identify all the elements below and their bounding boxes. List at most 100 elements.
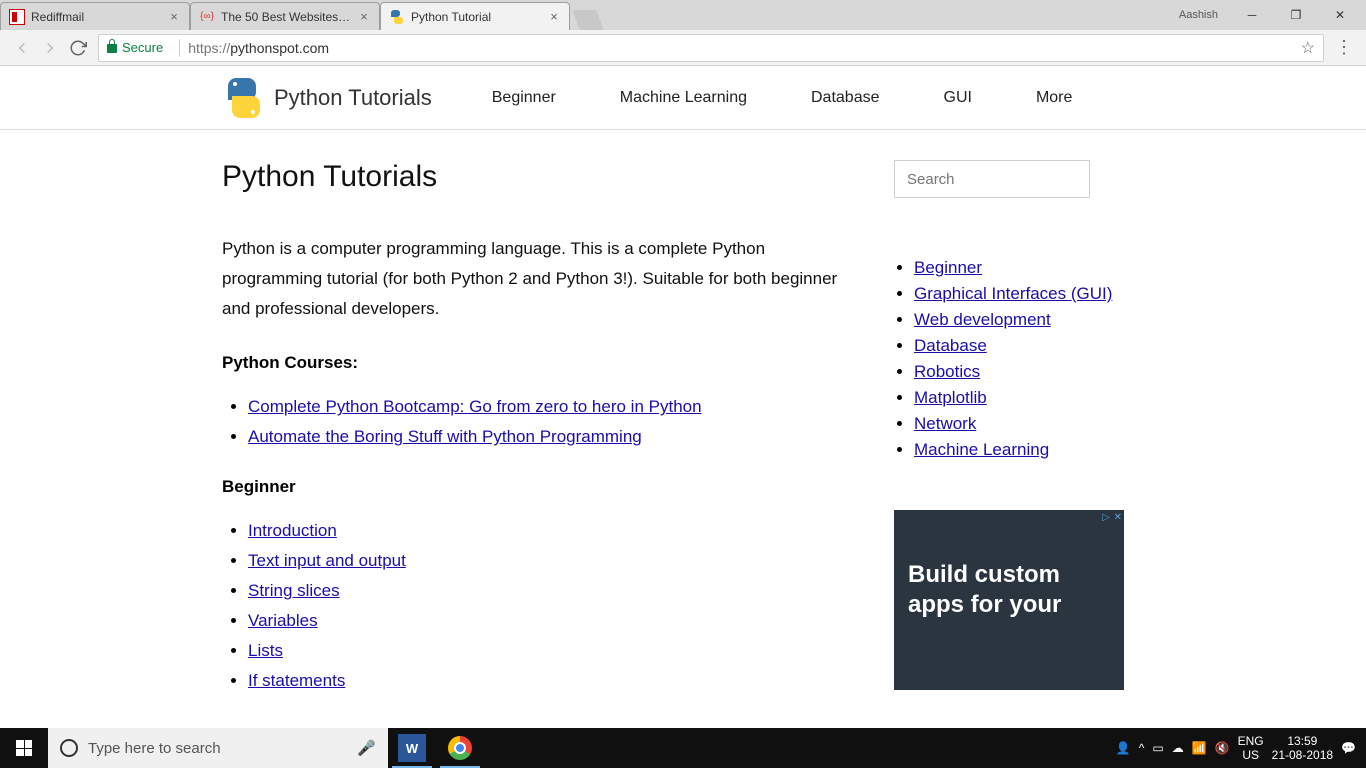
search-placeholder: Type here to search [88, 740, 221, 757]
window-minimize-button[interactable]: ─ [1230, 1, 1274, 29]
tab-title: Rediffmail [31, 10, 163, 24]
clock[interactable]: 13:59 21-08-2018 [1272, 734, 1333, 763]
list-item: Complete Python Bootcamp: Go from zero t… [248, 397, 862, 417]
list-item: Introduction [248, 521, 862, 541]
section-heading: Beginner [222, 477, 862, 497]
list-item: Automate the Boring Stuff with Python Pr… [248, 427, 862, 447]
taskbar-search[interactable]: Type here to search 🎤 [48, 728, 388, 768]
site-logo[interactable]: Python Tutorials [222, 76, 432, 120]
ad-text: Build custom apps for your [908, 560, 1110, 620]
list-item: Lists [248, 641, 862, 661]
chrome-menu-button[interactable]: ⋮ [1330, 37, 1358, 58]
nav-link[interactable]: Database [811, 89, 880, 107]
category-link[interactable]: Robotics [914, 362, 980, 381]
nav-link[interactable]: More [1036, 89, 1072, 107]
microphone-icon[interactable]: 🎤 [357, 739, 376, 757]
category-link[interactable]: Database [914, 336, 987, 355]
tutorial-link[interactable]: Text input and output [248, 551, 406, 570]
browser-tab[interactable]: Rediffmail × [0, 2, 190, 30]
browser-tab-strip: Rediffmail × {∞} The 50 Best Websites to… [0, 0, 1166, 30]
url-protocol: https:// [188, 40, 230, 56]
system-tray: 👤 ^ ▭ ☁ 📶 🔇 ENG US 13:59 21-08-2018 💬 [1106, 734, 1366, 763]
new-tab-button[interactable] [572, 10, 603, 30]
intro-text: Python is a computer programming languag… [222, 234, 862, 323]
tab-title: The 50 Best Websites to L [221, 10, 353, 24]
volume-icon[interactable]: 🔇 [1215, 741, 1230, 755]
adchoices-icon[interactable]: ▷ [1102, 512, 1110, 523]
action-center-icon[interactable]: 💬 [1341, 741, 1356, 755]
forward-button[interactable] [36, 34, 64, 62]
secure-indicator: Secure [107, 40, 163, 55]
tutorial-link[interactable]: Variables [248, 611, 318, 630]
list-item: If statements [248, 671, 862, 691]
windows-taskbar: Type here to search 🎤 W 👤 ^ ▭ ☁ 📶 🔇 ENG … [0, 728, 1366, 768]
battery-icon[interactable]: ▭ [1152, 741, 1163, 755]
profile-name[interactable]: Aashish [1179, 9, 1218, 21]
wifi-icon[interactable]: 📶 [1192, 741, 1207, 755]
lock-icon [107, 44, 117, 53]
tray-chevron-icon[interactable]: ^ [1139, 741, 1145, 755]
language-indicator[interactable]: ENG US [1238, 734, 1264, 763]
close-tab-icon[interactable]: × [547, 10, 561, 24]
browser-tab[interactable]: {∞} The 50 Best Websites to L × [190, 2, 380, 30]
category-link[interactable]: Matplotlib [914, 388, 987, 407]
python-logo-icon [222, 76, 266, 120]
nav-link[interactable]: Beginner [492, 89, 556, 107]
window-maximize-button[interactable]: ❐ [1274, 1, 1318, 29]
tutorial-link[interactable]: String slices [248, 581, 340, 600]
browser-toolbar: Secure https://pythonspot.com ☆ ⋮ [0, 30, 1366, 66]
nav-link[interactable]: GUI [944, 89, 972, 107]
chrome-icon [448, 736, 472, 760]
cortana-icon [60, 739, 78, 757]
url-domain: pythonspot.com [230, 40, 329, 56]
close-tab-icon[interactable]: × [357, 10, 371, 24]
category-link[interactable]: Network [914, 414, 976, 433]
list-item: Matplotlib [914, 388, 1122, 408]
window-close-button[interactable]: ✕ [1318, 1, 1362, 29]
site-favicon: {∞} [199, 9, 215, 25]
list-item: Beginner [914, 258, 1122, 278]
list-item: Database [914, 336, 1122, 356]
taskbar-app-chrome[interactable] [436, 728, 484, 768]
category-link[interactable]: Machine Learning [914, 440, 1049, 459]
nav-link[interactable]: Machine Learning [620, 89, 747, 107]
onedrive-icon[interactable]: ☁ [1172, 741, 1184, 755]
course-link[interactable]: Complete Python Bootcamp: Go from zero t… [248, 397, 702, 416]
page-viewport[interactable]: Python Tutorials Beginner Machine Learni… [0, 66, 1366, 728]
taskbar-app-word[interactable]: W [388, 728, 436, 768]
list-item: String slices [248, 581, 862, 601]
list-item: Graphical Interfaces (GUI) [914, 284, 1122, 304]
category-link[interactable]: Web development [914, 310, 1051, 329]
page-title: Python Tutorials [222, 160, 862, 194]
tutorial-link[interactable]: Introduction [248, 521, 337, 540]
site-header: Python Tutorials Beginner Machine Learni… [0, 66, 1366, 130]
list-item: Web development [914, 310, 1122, 330]
course-link[interactable]: Automate the Boring Stuff with Python Pr… [248, 427, 642, 446]
address-bar[interactable]: Secure https://pythonspot.com ☆ [98, 34, 1324, 62]
tutorial-link[interactable]: Lists [248, 641, 283, 660]
bookmark-star-icon[interactable]: ☆ [1301, 38, 1315, 58]
list-item: Robotics [914, 362, 1122, 382]
people-icon[interactable]: 👤 [1116, 741, 1131, 755]
list-item: Network [914, 414, 1122, 434]
windows-logo-icon [16, 740, 32, 756]
ad-close-icon[interactable]: ✕ [1114, 512, 1122, 523]
category-link[interactable]: Beginner [914, 258, 982, 277]
back-button[interactable] [8, 34, 36, 62]
tutorial-link[interactable]: If statements [248, 671, 345, 690]
reload-button[interactable] [64, 34, 92, 62]
section-heading: Python Courses: [222, 353, 862, 373]
beginner-list: Introduction Text input and output Strin… [222, 521, 862, 691]
search-input[interactable] [894, 160, 1090, 198]
close-tab-icon[interactable]: × [167, 10, 181, 24]
tab-title: Python Tutorial [411, 10, 543, 24]
advertisement[interactable]: ▷ ✕ Build custom apps for your [894, 510, 1124, 690]
start-button[interactable] [0, 728, 48, 768]
category-list: Beginner Graphical Interfaces (GUI) Web … [894, 258, 1122, 460]
sidebar: Beginner Graphical Interfaces (GUI) Web … [862, 160, 1122, 721]
category-link[interactable]: Graphical Interfaces (GUI) [914, 284, 1112, 303]
python-favicon [389, 9, 405, 25]
main-nav: Beginner Machine Learning Database GUI M… [492, 89, 1073, 107]
browser-tab[interactable]: Python Tutorial × [380, 2, 570, 30]
separator [179, 39, 180, 57]
